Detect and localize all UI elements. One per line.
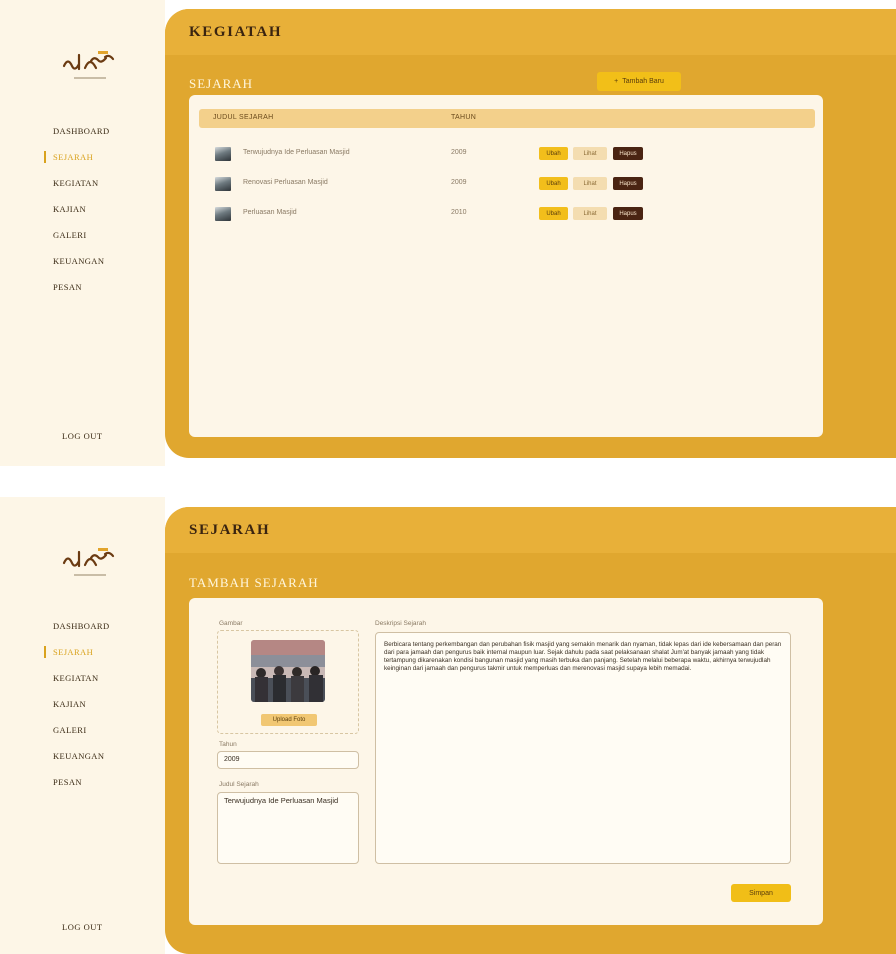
description-textarea[interactable]: Berbicara tentang perkembangan dan perub… xyxy=(375,632,791,864)
description-label: Deskripsi Sejarah xyxy=(375,620,426,627)
section-title: TAMBAH SEJARAH xyxy=(189,575,319,590)
tambah-sejarah-form: Gambar Upload Foto Tahun 2009 Judul Seja… xyxy=(189,598,823,925)
page-title: KEGIATAH xyxy=(189,23,283,40)
view-button[interactable]: Lihat xyxy=(573,147,607,160)
row-thumbnail xyxy=(215,147,231,161)
screen-sejarah-list: DASHBOARD SEJARAH KEGIATAN KAJIAN GALERI… xyxy=(0,0,896,466)
page-header: KEGIATAH xyxy=(165,9,896,55)
nav-kegiatan[interactable]: KEGIATAN xyxy=(53,170,110,196)
screen-tambah-sejarah: DASHBOARD SEJARAH KEGIATAN KAJIAN GALERI… xyxy=(0,497,896,954)
year-input[interactable]: 2009 xyxy=(217,751,359,769)
column-year: TAHUN xyxy=(451,114,477,121)
year-label: Tahun xyxy=(219,741,237,748)
page-header: SEJARAH xyxy=(165,507,896,553)
nav-keuangan[interactable]: KEUANGAN xyxy=(53,248,110,274)
title-input[interactable]: Terwujudnya Ide Perluasan Masjid xyxy=(217,792,359,864)
column-title: JUDUL SEJARAH xyxy=(213,114,274,121)
view-button[interactable]: Lihat xyxy=(573,207,607,220)
nav-sejarah[interactable]: SEJARAH xyxy=(44,639,110,665)
upload-photo-button[interactable]: Upload Foto xyxy=(261,714,317,726)
page-title: SEJARAH xyxy=(189,521,271,538)
delete-button[interactable]: Hapus xyxy=(613,147,643,160)
table-row: Renovasi Perluasan Masjid 2009 Ubah Liha… xyxy=(199,175,815,193)
sidebar-nav: DASHBOARD SEJARAH KEGIATAN KAJIAN GALERI… xyxy=(44,613,110,795)
table-header: JUDUL SEJARAH TAHUN xyxy=(199,109,815,128)
nav-kajian[interactable]: KAJIAN xyxy=(53,691,110,717)
sidebar-nav: DASHBOARD SEJARAH KEGIATAN KAJIAN GALERI… xyxy=(44,118,110,300)
edit-button[interactable]: Ubah xyxy=(539,177,568,190)
sidebar: DASHBOARD SEJARAH KEGIATAN KAJIAN GALERI… xyxy=(0,0,165,466)
photo-upload-area[interactable]: Upload Foto xyxy=(217,630,359,734)
row-year: 2009 xyxy=(451,179,467,186)
sejarah-table-card: JUDUL SEJARAH TAHUN Terwujudnya Ide Perl… xyxy=(189,95,823,437)
logo-icon xyxy=(62,548,115,576)
row-title: Renovasi Perluasan Masjid xyxy=(243,179,328,186)
nav-kajian[interactable]: KAJIAN xyxy=(53,196,110,222)
nav-sejarah[interactable]: SEJARAH xyxy=(44,144,110,170)
edit-button[interactable]: Ubah xyxy=(539,147,568,160)
row-thumbnail xyxy=(215,177,231,191)
edit-button[interactable]: Ubah xyxy=(539,207,568,220)
section-title: SEJARAH xyxy=(189,76,254,91)
plus-icon: + xyxy=(614,78,619,85)
logo-icon xyxy=(62,51,115,79)
row-title: Terwujudnya Ide Perluasan Masjid xyxy=(243,149,350,156)
row-year: 2010 xyxy=(451,209,467,216)
delete-button[interactable]: Hapus xyxy=(613,207,643,220)
title-label: Judul Sejarah xyxy=(219,781,259,788)
logout-link[interactable]: LOG OUT xyxy=(62,922,103,932)
main-panel: KEGIATAH SEJARAH + Tambah Baru JUDUL SEJ… xyxy=(165,9,896,458)
nav-kegiatan[interactable]: KEGIATAN xyxy=(53,665,110,691)
uploaded-photo xyxy=(251,640,325,702)
nav-galeri[interactable]: GALERI xyxy=(53,222,110,248)
save-button[interactable]: Simpan xyxy=(731,884,791,902)
row-title: Perluasan Masjid xyxy=(243,209,297,216)
nav-keuangan[interactable]: KEUANGAN xyxy=(53,743,110,769)
add-new-label: Tambah Baru xyxy=(622,78,664,85)
table-row: Perluasan Masjid 2010 Ubah Lihat Hapus xyxy=(199,205,815,223)
add-new-button[interactable]: + Tambah Baru xyxy=(597,72,681,91)
nav-dashboard[interactable]: DASHBOARD xyxy=(53,613,110,639)
table-row: Terwujudnya Ide Perluasan Masjid 2009 Ub… xyxy=(199,145,815,163)
photo-label: Gambar xyxy=(219,620,243,627)
delete-button[interactable]: Hapus xyxy=(613,177,643,190)
nav-pesan[interactable]: PESAN xyxy=(53,274,110,300)
nav-galeri[interactable]: GALERI xyxy=(53,717,110,743)
sidebar: DASHBOARD SEJARAH KEGIATAN KAJIAN GALERI… xyxy=(0,497,165,954)
row-year: 2009 xyxy=(451,149,467,156)
row-thumbnail xyxy=(215,207,231,221)
view-button[interactable]: Lihat xyxy=(573,177,607,190)
main-panel: SEJARAH TAMBAH SEJARAH Gambar Upload Fot… xyxy=(165,507,896,954)
nav-dashboard[interactable]: DASHBOARD xyxy=(53,118,110,144)
logout-link[interactable]: LOG OUT xyxy=(62,431,103,441)
nav-pesan[interactable]: PESAN xyxy=(53,769,110,795)
